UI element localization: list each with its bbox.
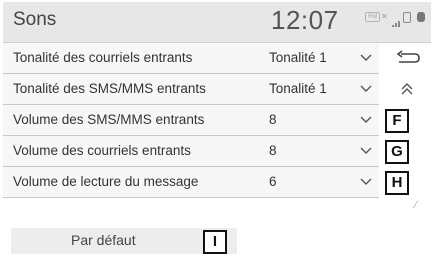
setting-row-sms-volume[interactable]: Volume des SMS/MMS entrants 8 — [3, 105, 379, 136]
setting-label: Volume des SMS/MMS entrants — [13, 112, 205, 127]
callout-label: F — [385, 109, 409, 133]
header-bar: Sons 12:07 RM ✕ — [3, 2, 431, 43]
chevron-down-icon[interactable] — [360, 143, 372, 157]
chevron-down-icon[interactable] — [360, 81, 372, 95]
no-signal-icon: ✕ — [381, 12, 388, 21]
scroll-indicator: ⁄ — [415, 199, 417, 211]
clock: 12:07 — [271, 5, 339, 35]
sounds-screen: Sons 12:07 RM ✕ Tonalité des courriels e… — [3, 2, 431, 256]
lock-icon — [403, 12, 411, 23]
back-button[interactable] — [385, 43, 429, 73]
setting-value: 8 — [269, 112, 277, 127]
back-arrow-icon — [396, 50, 420, 63]
setting-label: Volume de lecture du message — [13, 174, 199, 189]
setting-value: Tonalité 1 — [269, 81, 327, 96]
callout-label: I — [203, 230, 227, 254]
setting-label: Volume des courriels entrants — [13, 143, 191, 158]
default-button-label: Par défaut — [71, 232, 136, 248]
setting-row-playback-volume[interactable]: Volume de lecture du message 6 — [3, 167, 379, 198]
setting-label: Tonalité des SMS/MMS entrants — [13, 81, 206, 96]
scroll-up-button[interactable] — [385, 74, 429, 104]
setting-row-sms-tone[interactable]: Tonalité des SMS/MMS entrants Tonalité 1 — [3, 74, 379, 105]
setting-row-email-volume[interactable]: Volume des courriels entrants 8 — [3, 136, 379, 167]
callout-label: H — [385, 171, 409, 195]
chevron-down-icon[interactable] — [360, 112, 372, 126]
signal-bars-icon — [392, 20, 400, 29]
phone-battery-icon — [417, 12, 425, 22]
chevron-down-icon[interactable] — [360, 50, 372, 64]
setting-value: 6 — [269, 174, 277, 189]
roaming-badge-icon: RM — [365, 12, 381, 22]
page-title: Sons — [13, 9, 57, 30]
double-chevron-up-icon — [401, 83, 413, 95]
setting-row-email-tone[interactable]: Tonalité des courriels entrants Tonalité… — [3, 43, 379, 74]
chevron-down-icon[interactable] — [360, 174, 372, 188]
setting-value: 8 — [269, 143, 277, 158]
setting-value: Tonalité 1 — [269, 50, 327, 65]
setting-label: Tonalité des courriels entrants — [13, 50, 193, 65]
callout-label: G — [385, 140, 409, 164]
